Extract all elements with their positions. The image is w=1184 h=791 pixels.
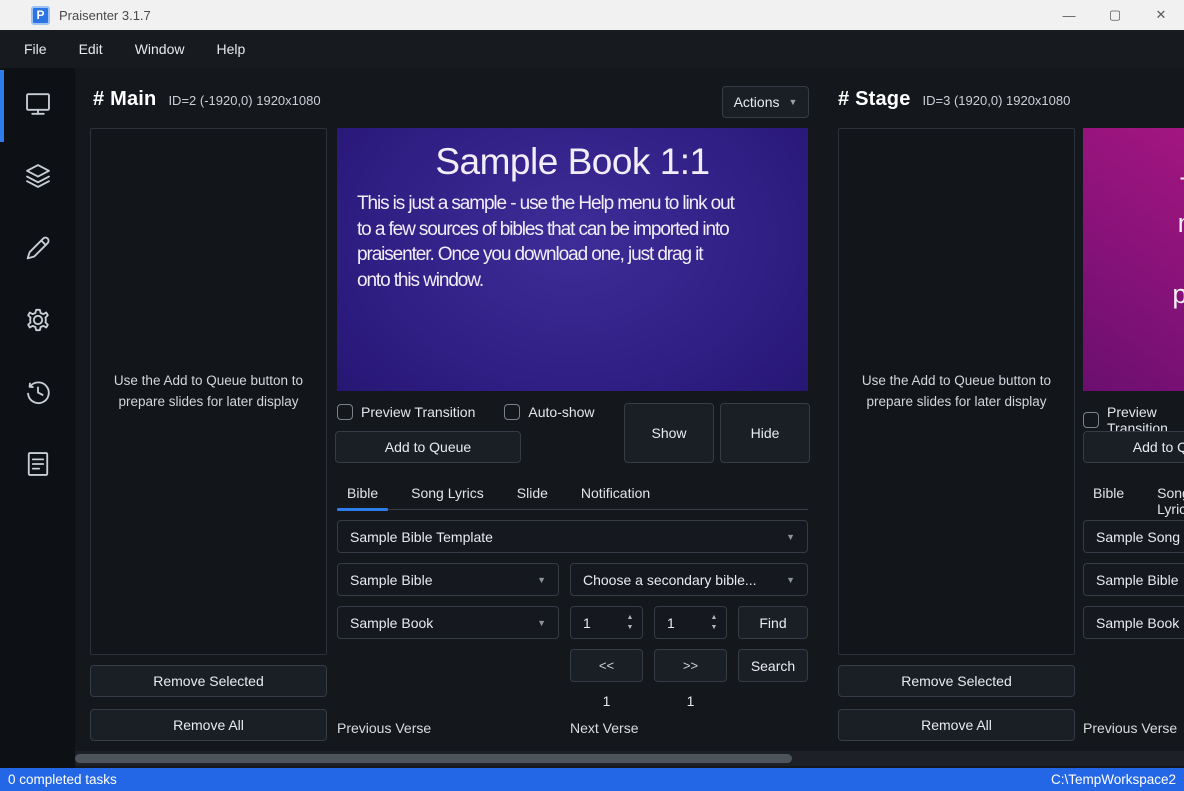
main-book-select[interactable]: Sample Book▼ xyxy=(337,606,559,639)
statusbar: 0 completed tasks C:\TempWorkspace2 xyxy=(0,768,1184,791)
praisenter-window: P Praisenter 3.1.7 — ▢ ✕ File Edit Windo… xyxy=(0,0,1184,791)
settings-icon xyxy=(23,305,53,335)
menubar: File Edit Window Help xyxy=(0,30,1184,68)
stage-book-select[interactable]: Sample Book xyxy=(1083,606,1184,639)
sidebar-item-tasks[interactable] xyxy=(0,428,75,500)
sidebar-item-library[interactable] xyxy=(0,140,75,212)
slide-body: This is just a sample - use the Help men… xyxy=(357,191,790,294)
menu-file[interactable]: File xyxy=(8,33,63,65)
display-icon xyxy=(23,89,53,119)
menu-help[interactable]: Help xyxy=(200,33,261,65)
preview-transition-checkbox[interactable] xyxy=(337,404,353,420)
previous-verse-button[interactable]: << xyxy=(570,649,643,682)
slide-title: Sample Book 1:1 xyxy=(337,141,808,183)
scrollbar-thumb[interactable] xyxy=(75,754,792,763)
stage-primary-bible-select[interactable]: Sample Bible xyxy=(1083,563,1184,596)
titlebar: P Praisenter 3.1.7 — ▢ ✕ xyxy=(0,0,1184,30)
main-display-meta: ID=2 (-1920,0) 1920x1080 xyxy=(168,93,320,108)
spin-up-icon[interactable]: ▲ xyxy=(711,614,718,621)
chevron-down-icon: ▼ xyxy=(537,618,546,628)
stage-remove-selected-button[interactable]: Remove Selected xyxy=(838,665,1075,697)
stage-display-title: # Stage xyxy=(838,88,911,111)
tab-song-lyrics[interactable]: Song Lyrics xyxy=(1147,478,1184,525)
verse-spinner[interactable]: 1 ▲▼ xyxy=(654,606,727,639)
stage-remove-all-button[interactable]: Remove All xyxy=(838,709,1075,741)
queue-placeholder-text: Use the Add to Queue button to prepare s… xyxy=(843,371,1071,413)
main-remove-all-button[interactable]: Remove All xyxy=(90,709,327,741)
sidebar-item-settings[interactable] xyxy=(0,284,75,356)
stage-display-header: # Stage ID=3 (1920,0) 1920x1080 xyxy=(838,88,1070,111)
tab-notification[interactable]: Notification xyxy=(571,478,660,509)
main-add-to-queue-button[interactable]: Add to Queue xyxy=(335,431,521,463)
window-controls: — ▢ ✕ xyxy=(1046,0,1184,30)
main-remove-selected-button[interactable]: Remove Selected xyxy=(90,665,327,697)
show-button[interactable]: Show xyxy=(624,403,714,463)
active-tab-indicator xyxy=(0,70,4,142)
sidebar-item-present[interactable] xyxy=(0,68,75,140)
main-primary-bible-select[interactable]: Sample Bible▼ xyxy=(337,563,559,596)
main-preview-options: Preview Transition Auto-show xyxy=(337,404,595,420)
minimize-button[interactable]: — xyxy=(1046,0,1092,30)
sidebar xyxy=(0,68,75,768)
tab-bible[interactable]: Bible xyxy=(337,478,388,509)
main-slide-preview[interactable]: Sample Book 1:1 This is just a sample - … xyxy=(337,128,808,391)
preview-transition-checkbox[interactable] xyxy=(1083,412,1099,428)
main-slide-queue[interactable]: Use the Add to Queue button to prepare s… xyxy=(90,128,327,655)
stage-display-meta: ID=3 (1920,0) 1920x1080 xyxy=(923,93,1071,108)
chapter-spinner[interactable]: 1 ▲▼ xyxy=(570,606,643,639)
auto-show-checkbox[interactable] xyxy=(504,404,520,420)
previous-verse-label: Previous Verse xyxy=(1083,720,1177,736)
stage-add-to-queue-button[interactable]: Add to Queue xyxy=(1083,431,1184,463)
spin-down-icon[interactable]: ▼ xyxy=(627,624,634,631)
completed-tasks-status: 0 completed tasks xyxy=(8,772,117,787)
chevron-down-icon: ▼ xyxy=(786,575,795,585)
main-display-title: # Main xyxy=(93,88,156,111)
preview-transition-label: Preview Transition xyxy=(361,404,475,420)
auto-show-label: Auto-show xyxy=(528,404,594,420)
chevron-down-icon: ▼ xyxy=(786,532,795,542)
stage-slide-preview[interactable]: This is just a sample - use the Help men… xyxy=(1083,128,1184,391)
tab-bible[interactable]: Bible xyxy=(1083,478,1134,525)
tab-song-lyrics[interactable]: Song Lyrics xyxy=(401,478,494,509)
edit-icon xyxy=(23,233,53,263)
window-title: Praisenter 3.1.7 xyxy=(59,8,151,23)
actions-button[interactable]: Actions ▼ xyxy=(722,86,809,118)
history-icon xyxy=(23,377,53,407)
workspace-path: C:\TempWorkspace2 xyxy=(1051,772,1176,787)
menu-window[interactable]: Window xyxy=(119,33,201,65)
stage-content-tabs: Bible Song Lyrics xyxy=(1083,478,1184,526)
tasks-icon xyxy=(23,449,53,479)
main-secondary-bible-select[interactable]: Choose a secondary bible...▼ xyxy=(570,563,808,596)
stage-slide-queue[interactable]: Use the Add to Queue button to prepare s… xyxy=(838,128,1075,655)
slide-body: This is just a sample - use the Help men… xyxy=(1172,170,1184,348)
previous-verse-label: Previous Verse xyxy=(337,720,431,736)
sidebar-item-editor[interactable] xyxy=(0,212,75,284)
spin-up-icon[interactable]: ▲ xyxy=(627,614,634,621)
maximize-button[interactable]: ▢ xyxy=(1092,0,1138,30)
previous-verse-number: 1 xyxy=(570,693,643,709)
main-content-tabs: Bible Song Lyrics Slide Notification xyxy=(337,478,808,510)
find-button[interactable]: Find xyxy=(738,606,808,639)
next-verse-number: 1 xyxy=(654,693,727,709)
chevron-down-icon: ▼ xyxy=(789,97,798,107)
sidebar-item-history[interactable] xyxy=(0,356,75,428)
main-bible-template-select[interactable]: Sample Bible Template▼ xyxy=(337,520,808,553)
tab-slide[interactable]: Slide xyxy=(507,478,558,509)
stage-template-select[interactable]: Sample Song Template xyxy=(1083,520,1184,553)
search-button[interactable]: Search xyxy=(738,649,808,682)
app-logo-icon: P xyxy=(31,6,50,25)
queue-placeholder-text: Use the Add to Queue button to prepare s… xyxy=(95,371,323,413)
layers-icon xyxy=(23,161,53,191)
horizontal-scrollbar[interactable] xyxy=(75,751,1184,766)
chevron-down-icon: ▼ xyxy=(537,575,546,585)
next-verse-label: Next Verse xyxy=(570,720,638,736)
spin-down-icon[interactable]: ▼ xyxy=(711,624,718,631)
hide-button[interactable]: Hide xyxy=(720,403,810,463)
next-verse-button[interactable]: >> xyxy=(654,649,727,682)
menu-edit[interactable]: Edit xyxy=(63,33,119,65)
main-display-header: # Main ID=2 (-1920,0) 1920x1080 xyxy=(93,88,321,111)
close-button[interactable]: ✕ xyxy=(1138,0,1184,30)
